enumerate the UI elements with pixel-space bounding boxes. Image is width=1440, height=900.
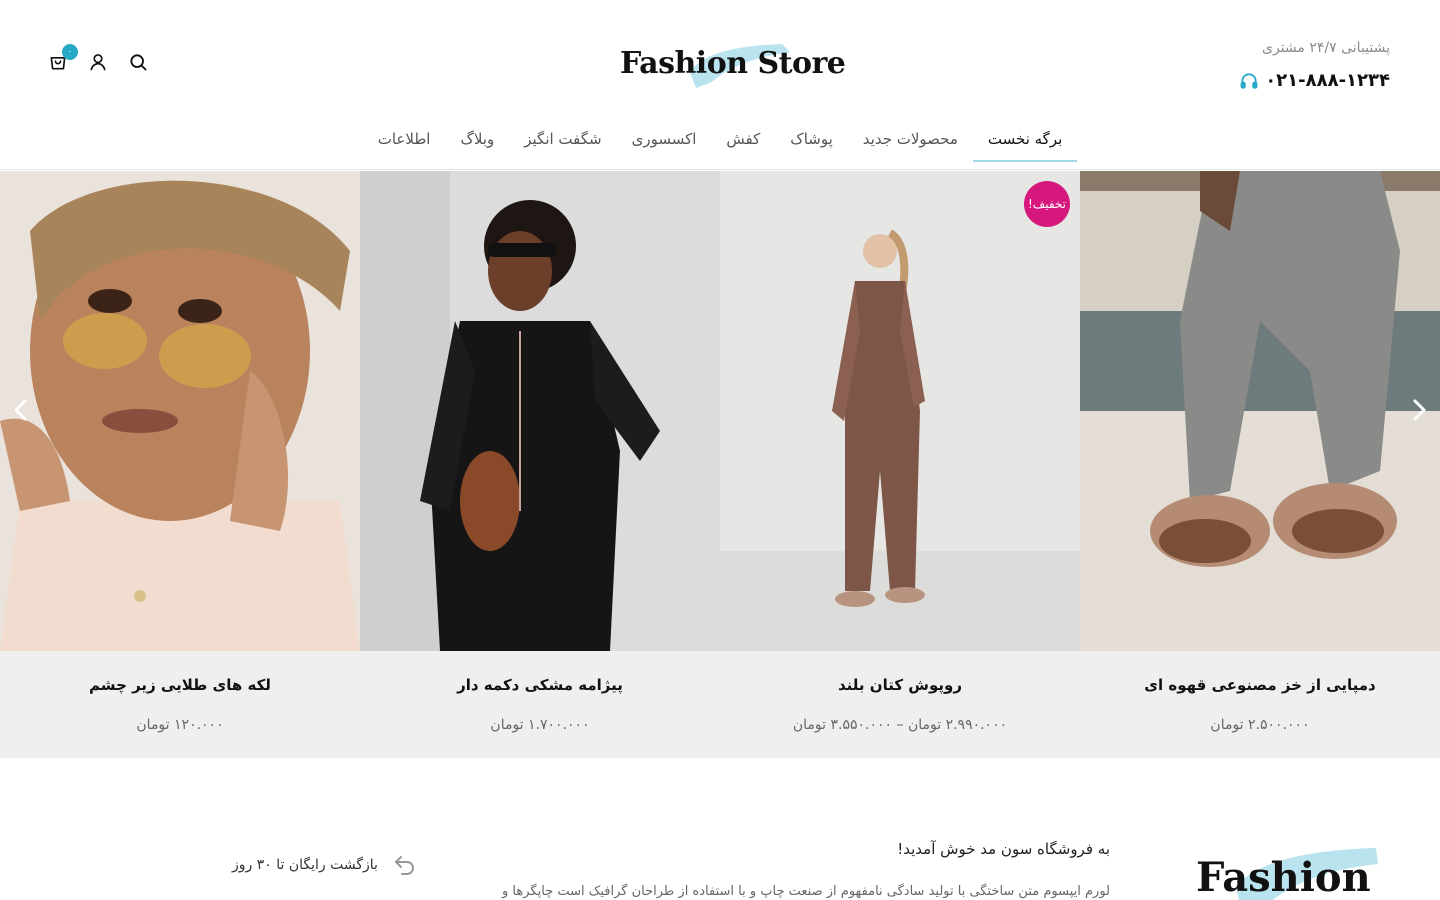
product-price: ۱۲۰.۰۰۰ تومان [136,717,224,733]
support-label: پشتیبانی ۲۴/۷ مشتری [1262,40,1390,56]
nav-divider [0,169,1440,170]
user-icon[interactable] [88,52,108,72]
product-title[interactable]: دمپایی از خز مصنوعی قهوه ای [1080,676,1440,694]
support-phone[interactable]: ۰۲۱-۸۸۸-۱۲۳۴ [1239,70,1390,91]
headset-icon [1239,71,1259,91]
phone-number[interactable]: ۰۲۱-۸۸۸-۱۲۳۴ [1265,70,1390,91]
return-arrow-icon [394,856,414,875]
site-logo[interactable]: Fashion Store [620,42,846,90]
nav-item-home[interactable]: برگه نخست [972,120,1078,162]
product-price: ۲.۹۹۰.۰۰۰ تومان – ۳.۵۵۰.۰۰۰ تومان [792,717,1008,733]
welcome-text: لورم ایپسوم متن ساختگی با تولید سادگی نا… [502,884,1110,899]
product-title[interactable]: روپوش کتان بلند [720,676,1080,694]
free-return-info: بازگشت رایگان تا ۳۰ روز [232,852,418,878]
return-text: بازگشت رایگان تا ۳۰ روز [232,857,378,873]
product-image-robe[interactable]: تخفیف! [720,171,1080,651]
nav-item-accessories[interactable]: اکسسوری [617,120,712,162]
info-section: به فروشگاه سون مد خوش آمدید! لورم ایپسوم… [0,758,1440,900]
cart-count-badge: ۰ [62,44,78,60]
nav-item-blog[interactable]: وبلاگ [445,120,509,162]
nav-item-clothing[interactable]: پوشاک [775,120,848,162]
nav-item-amazing[interactable]: شگفت انگیز [509,120,616,162]
product-image-pajama[interactable] [360,171,720,651]
footer-logo[interactable]: Fashion [1196,846,1386,900]
product-slider: دمپایی از خز مصنوعی قهوه ای ۲.۵۰۰.۰۰۰ تو… [0,171,1440,758]
product-image-eye-patches[interactable] [0,171,360,651]
product-price: ۲.۵۰۰.۰۰۰ تومان [1210,717,1310,733]
product-card[interactable]: تخفیف! روپوش کتان بلند ۲.۹۹۰.۰۰۰ تومان –… [720,171,1080,758]
product-card[interactable]: لکه های طلایی زیر چشم ۱۲۰.۰۰۰ تومان [0,171,360,758]
product-title[interactable]: پیژامه مشکی دکمه دار [360,676,720,694]
site-header: پشتیبانی ۲۴/۷ مشتری ۰۲۱-۸۸۸-۱۲۳۴ Fashion… [0,0,1440,170]
cart-icon[interactable]: ۰ [48,44,78,72]
nav-item-shoes[interactable]: کفش [711,120,775,162]
header-icons: ۰ [48,44,148,72]
slider-prev-button[interactable] [6,395,36,425]
nav-item-new-products[interactable]: محصولات جدید [848,120,973,162]
product-card[interactable]: پیژامه مشکی دکمه دار ۱.۷۰۰.۰۰۰ تومان [360,171,720,758]
support-info: پشتیبانی ۲۴/۷ مشتری ۰۲۱-۸۸۸-۱۲۳۴ [1240,40,1390,91]
product-title[interactable]: لکه های طلایی زیر چشم [0,676,360,694]
logo-text: Fashion Store [620,46,846,81]
nav-item-info[interactable]: اطلاعات [363,120,446,162]
product-price: ۱.۷۰۰.۰۰۰ تومان [490,717,590,733]
chevron-right-icon [1413,399,1426,421]
chevron-left-icon [14,399,27,421]
slider-next-button[interactable] [1404,395,1434,425]
welcome-title: به فروشگاه سون مد خوش آمدید! [897,840,1110,858]
product-card[interactable]: دمپایی از خز مصنوعی قهوه ای ۲.۵۰۰.۰۰۰ تو… [1080,171,1440,758]
product-image-slippers[interactable] [1080,171,1440,651]
sale-badge: تخفیف! [1024,181,1070,227]
main-nav: برگه نخست محصولات جدید پوشاک کفش اکسسوری… [0,120,1440,170]
search-icon[interactable] [128,52,148,72]
footer-logo-text: Fashion [1196,854,1371,900]
